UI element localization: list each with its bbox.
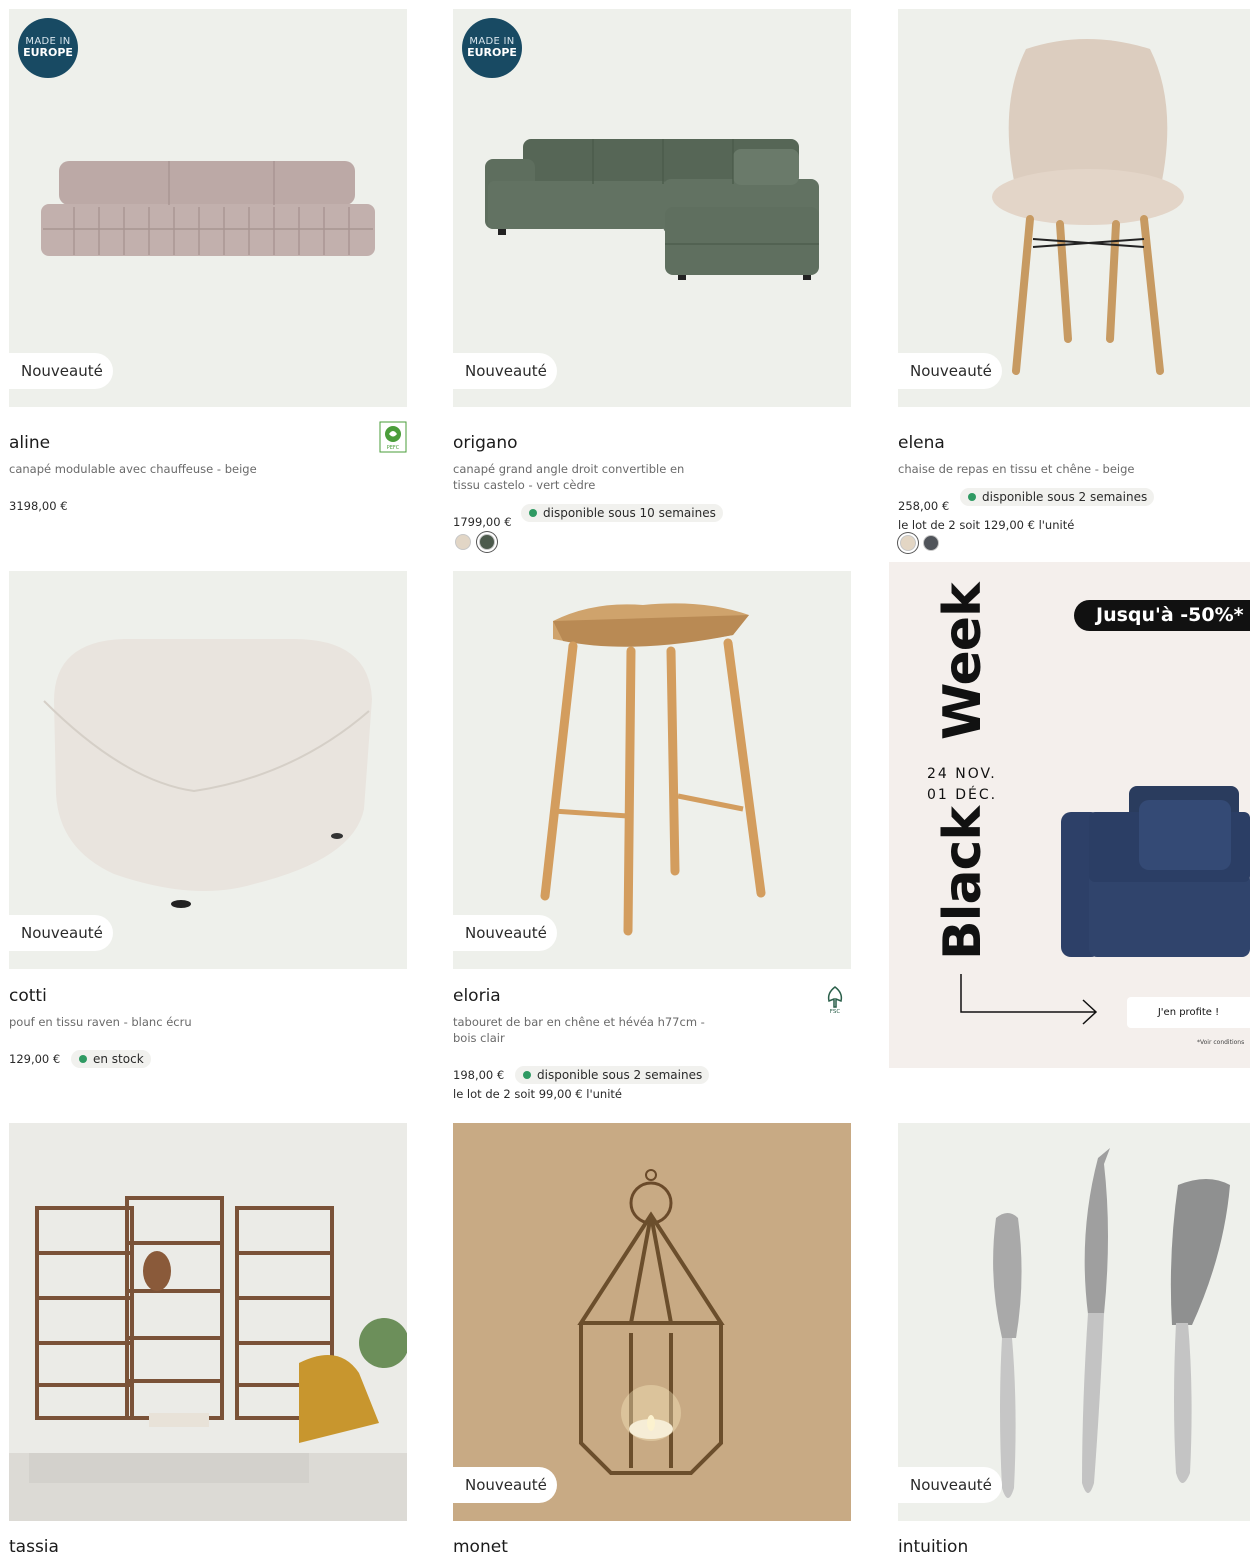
color-swatch-beige[interactable] [455,534,471,550]
product-price: 1799,00 € [453,515,512,529]
promo-discount-pill: Jusqu'à -50%* [1074,600,1250,631]
new-badge: Nouveauté [453,1467,557,1503]
product-card-intuition[interactable]: Nouveauté intuition [898,1123,1250,1557]
product-image[interactable]: MADE IN EUROPE Nouveauté [9,9,407,407]
product-card-monet[interactable]: Nouveauté monet [453,1123,851,1557]
color-swatch-green[interactable] [479,534,495,550]
product-name[interactable]: tassia [9,1537,59,1557]
pefc-certification-icon: PEFC [379,421,407,453]
product-card-cotti[interactable]: Nouveauté cotti pouf en tissu raven - bl… [9,571,407,1071]
product-description: tabouret de bar en chêne et hévéa h77cm … [453,1015,705,1045]
product-description: canapé modulable avec chauffeuse - beige [9,462,257,476]
new-badge: Nouveauté [898,353,1002,389]
arrow-right-icon [960,974,1098,1025]
chair-image [992,39,1184,375]
promo-date-start: 24 NOV. [927,766,997,782]
shelving-unit-image [9,1123,407,1521]
product-price: 198,00 € [453,1068,505,1082]
product-description: chaise de repas en tissu et chêne - beig… [898,462,1135,476]
product-price: 3198,00 € [9,499,68,513]
product-image[interactable]: Nouveauté [9,571,407,969]
lantern-image [453,1123,851,1521]
promo-conditions[interactable]: *Voir conditions [1197,1039,1244,1046]
svg-text:PEFC: PEFC [387,445,400,451]
product-image[interactable]: Nouveauté [453,1123,851,1521]
fsc-certification-icon: FSC [827,986,843,1015]
new-badge: Nouveauté [453,915,557,951]
bar-stool-image [540,603,766,936]
svg-text:FSC: FSC [830,1009,841,1015]
product-name[interactable]: monet [453,1537,508,1557]
product-name[interactable]: origano [453,433,518,453]
color-swatch-beige[interactable] [900,535,916,551]
product-image[interactable]: Nouveauté [898,9,1250,407]
new-badge: Nouveauté [9,353,113,389]
product-description: pouf en tissu raven - blanc écru [9,1015,192,1029]
availability-badge: disponible sous 2 semaines [515,1066,710,1084]
pouf-image [43,639,372,908]
product-card-elena[interactable]: Nouveauté elena chaise de repas en tissu… [898,9,1250,554]
product-name[interactable]: cotti [9,986,47,1006]
promo-sofa-image [1061,786,1250,957]
product-image[interactable]: MADE IN EUROPE Nouveauté [453,9,851,407]
product-price: 129,00 € [9,1052,61,1066]
promo-date-end: 01 DÉC. [927,787,998,803]
product-description: canapé grand angle droit convertible en … [453,462,685,492]
new-badge: Nouveauté [9,915,113,951]
promo-word-week: Week [933,583,993,740]
new-badge: Nouveauté [898,1467,1002,1503]
availability-badge: en stock [71,1050,151,1068]
product-image[interactable] [9,1123,407,1521]
promo-dates: 24 NOV. 01 DÉC. [927,764,997,806]
color-swatch-grey[interactable] [923,535,939,551]
product-card-aline[interactable]: MADE IN EUROPE Nouveauté aline PEFC cana… [9,9,407,513]
product-name[interactable]: aline [9,433,50,453]
availability-badge: disponible sous 2 semaines [960,488,1155,506]
made-in-europe-badge: MADE IN EUROPE [18,18,78,78]
new-badge: Nouveauté [453,353,557,389]
lot-price: le lot de 2 soit 99,00 € l'unité [453,1087,622,1101]
product-card-eloria[interactable]: Nouveauté eloria FSC tabouret de bar en … [453,571,851,1106]
product-name[interactable]: elena [898,433,945,453]
cheese-knives-image [993,1148,1230,1498]
lot-price: le lot de 2 soit 129,00 € l'unité [898,518,1075,532]
product-image[interactable]: Nouveauté [898,1123,1250,1521]
promo-word-black: Black [933,807,993,960]
product-name[interactable]: intuition [898,1537,968,1557]
product-card-origano[interactable]: MADE IN EUROPE Nouveauté origano canapé … [453,9,851,554]
product-image[interactable]: Nouveauté [453,571,851,969]
promo-cta-button[interactable]: J'en profite ! [1127,997,1250,1028]
product-card-tassia[interactable]: tassia [9,1123,407,1557]
made-in-europe-badge: MADE IN EUROPE [462,18,522,78]
black-week-promo-banner[interactable]: Week Black Jusqu'à -50%* 24 NOV. 01 DÉC.… [889,562,1250,1068]
product-price: 258,00 € [898,499,950,513]
availability-badge: disponible sous 10 semaines [521,504,723,522]
product-name[interactable]: eloria [453,986,501,1006]
